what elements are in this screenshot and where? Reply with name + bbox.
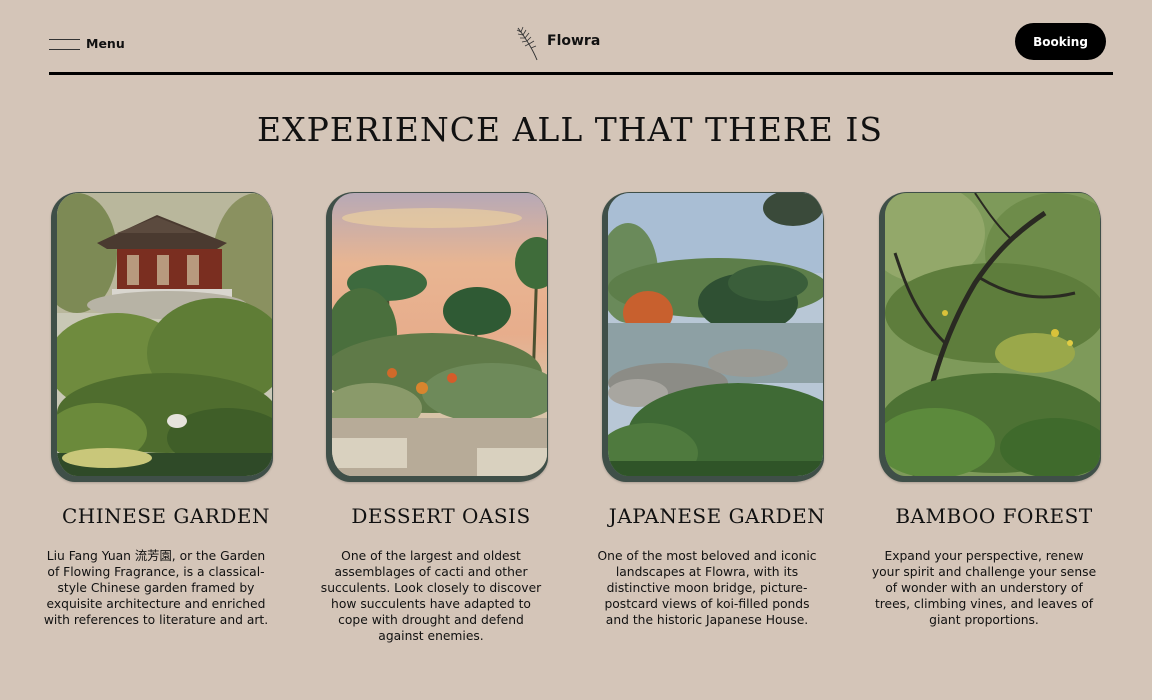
photo-frame [602, 192, 824, 482]
card-title: BAMBOO FOREST [895, 504, 1093, 528]
dessert-oasis-photo [332, 193, 547, 476]
logo-text: Flowra [547, 33, 601, 49]
chinese-garden-photo [57, 193, 272, 476]
card-title: JAPANESE GARDEN [608, 504, 826, 528]
photo-frame [51, 192, 273, 482]
card-title: CHINESE GARDEN [61, 504, 270, 528]
card-description: One of the largest and oldest assemblage… [320, 549, 542, 643]
menu-button[interactable]: Menu [49, 36, 125, 51]
card-description: Expand your perspective, renew your spir… [871, 549, 1097, 627]
japanese-garden-photo [608, 193, 823, 476]
site-header: Menu Flowra Booking [49, 0, 1113, 76]
logo[interactable]: Flowra [515, 24, 600, 62]
card-description: Liu Fang Yuan 流芳園, or the Garden of Flow… [43, 549, 269, 627]
card-description: One of the most beloved and iconic lands… [597, 549, 817, 627]
bamboo-forest-photo [885, 193, 1100, 476]
garden-cards: CHINESE GARDEN Liu Fang Yuan 流芳園, or the… [0, 188, 1152, 658]
menu-label: Menu [86, 36, 125, 51]
booking-button[interactable]: Booking [1015, 23, 1106, 60]
leaf-logo-icon [516, 26, 538, 61]
hamburger-icon [49, 37, 80, 51]
section-title: EXPERIENCE ALL THAT THERE IS [257, 110, 883, 149]
photo-frame [326, 192, 548, 482]
card-title: DESSERT OASIS [351, 504, 531, 528]
photo-frame [879, 192, 1101, 482]
header-divider [49, 72, 1113, 75]
